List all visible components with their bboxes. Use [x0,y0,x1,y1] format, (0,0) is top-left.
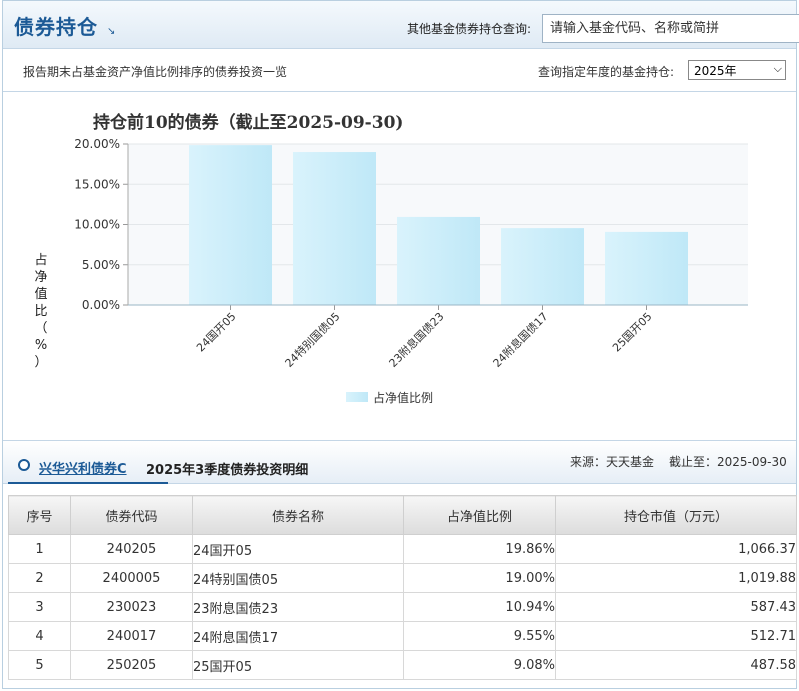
cell-ratio: 9.55% [403,621,556,651]
bar [397,216,480,305]
chevron-down-icon: ⌵ [773,62,782,75]
bar [189,145,272,305]
cell-code: 230023 [70,592,193,622]
col-header-code: 债券代码 [70,495,193,535]
cell-value: 1,019.88 [555,563,797,593]
cell-code: 240017 [70,621,193,651]
y-axis-title-char: % [34,338,48,353]
x-tick-label: 24国开05 [194,310,239,355]
cell-code: 2400005 [70,563,193,593]
y-axis-title-char: 值 [34,287,48,302]
legend-label: 占净值比例 [373,390,433,405]
col-header-value: 持仓市值（万元） [555,495,797,535]
header-bar: 债券持仓 ↘ 其他基金债券持仓查询: [3,1,799,49]
cell-no: 4 [8,621,71,651]
holdings-chart: 持仓前10的债券（截止至2025-09-30) 0.00% 5.00% 10.00% 1… [3,92,796,437]
bar [501,228,584,305]
x-tick-label: 25国开05 [610,310,655,355]
y-tick-label: 5.00% [82,258,120,272]
cell-name: 24附息国债17 [192,621,404,651]
x-tick-label: 23附息国债23 [386,309,447,370]
table-row: 2 2400005 24特别国债05 19.00% 1,019.88 [8,563,797,593]
y-tick-label: 15.00% [74,177,120,191]
table-header-row: 序号 债券代码 债券名称 占净值比例 持仓市值（万元） [8,495,797,535]
y-axis-title-char: 占 [34,253,48,268]
subheader-description: 报告期末占基金资产净值比例排序的债券投资一览 [23,65,288,79]
x-tick-label: 24附息国债17 [490,309,551,370]
col-header-name: 债券名称 [192,495,404,535]
subheader-bar: 报告期末占基金资产净值比例排序的债券投资一览 查询指定年度的基金持仓: 2025… [3,49,796,92]
expand-arrow-icon[interactable]: ↘ [107,26,115,37]
cell-ratio: 10.94% [403,592,556,622]
cell-ratio: 9.08% [403,650,556,680]
cell-name: 25国开05 [192,650,404,680]
cell-name: 24国开05 [192,534,404,564]
fund-name-link[interactable]: 兴华兴利债券C [39,458,127,477]
cell-code: 240205 [70,534,193,564]
cell-no: 1 [8,534,71,564]
year-select-label: 查询指定年度的基金持仓: [538,65,675,79]
fund-search-input[interactable] [542,14,799,43]
x-tick-label: 24特别国债05 [282,309,343,370]
cell-value: 487.58 [555,650,797,680]
chart-title: 持仓前10的债券（截止至2025-09-30) [93,112,403,133]
bar [605,231,688,305]
cell-value: 512.71 [555,621,797,651]
cell-no: 5 [8,650,71,680]
cell-ratio: 19.86% [403,534,556,564]
fund-query-label: 其他基金债券持仓查询: [407,22,532,36]
y-axis-title-char: 比 [34,304,48,319]
col-header-no: 序号 [8,495,71,535]
legend-swatch [346,392,368,402]
cell-code: 250205 [70,650,193,680]
table-row: 3 230023 23附息国债23 10.94% 587.43 [8,592,797,622]
col-header-ratio: 占净值比例 [403,495,556,535]
cell-no: 3 [8,592,71,622]
cell-ratio: 19.00% [403,563,556,593]
holdings-table: 序号 债券代码 债券名称 占净值比例 持仓市值（万元） 1 240205 24国… [8,495,797,680]
bar [293,152,376,305]
circle-bullet-icon [18,459,30,471]
cell-value: 587.43 [555,592,797,622]
cell-no: 2 [8,563,71,593]
table-row: 4 240017 24附息国债17 9.55% 512.71 [8,621,797,651]
y-tick-label: 10.00% [74,218,120,232]
detail-header: 兴华兴利债券C 2025年3季度债券投资明细 来源：天天基金 截止至：2025-… [3,440,796,484]
tab-underline [8,482,168,484]
y-axis-title-char: ） [34,355,48,370]
detail-title: 2025年3季度债券投资明细 [146,463,309,478]
cell-name: 24特别国债05 [192,563,404,593]
chart-y-axis-title: 占净值比 （% ） [33,252,49,371]
page-title: 债券持仓 [14,15,98,39]
y-tick-label: 0.00% [82,298,120,312]
y-tick-label: 20.00% [74,137,120,151]
cell-value: 1,066.37 [555,534,797,564]
table-row: 1 240205 24国开05 19.86% 1,066.37 [8,534,797,564]
year-select-value: 2025年 [694,64,737,78]
year-select[interactable]: 2025年 ⌵ [688,60,786,80]
chart-svg: 持仓前10的债券（截止至2025-09-30) 0.00% 5.00% 10.00% 1… [74,112,748,405]
cell-name: 23附息国债23 [192,592,404,622]
y-axis-title-char: 净 [34,270,48,285]
cutoff-date: 截止至：2025-09-30 [669,455,787,469]
data-source: 来源：天天基金 [570,455,655,469]
y-axis-title-char: （ [34,321,48,336]
table-row: 5 250205 25国开05 9.08% 487.58 [8,650,797,680]
